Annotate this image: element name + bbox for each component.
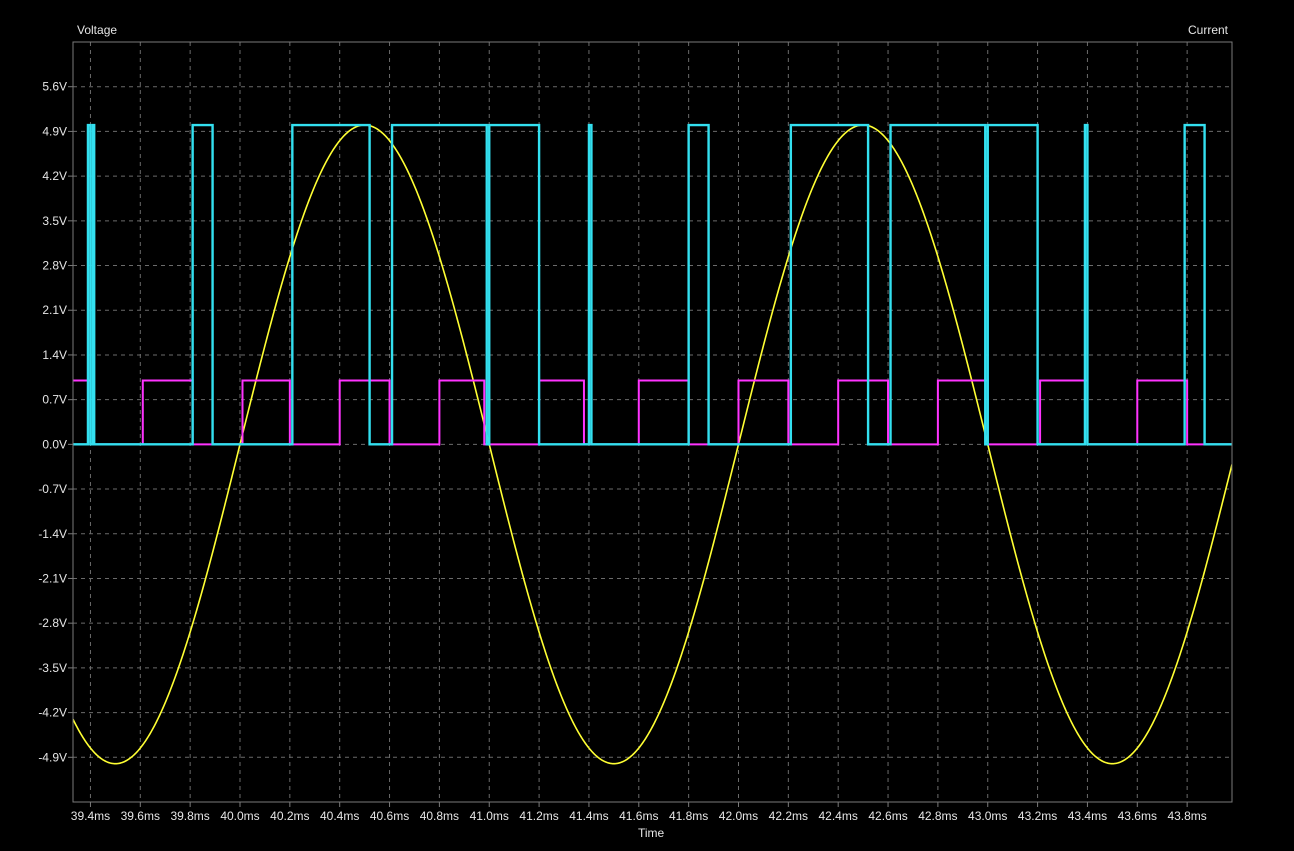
y-tick-label: 5.6V: [42, 80, 67, 94]
x-tick-label: 39.8ms: [170, 809, 209, 823]
x-tick-label: 43.6ms: [1118, 809, 1157, 823]
y-axis-title: Voltage: [77, 23, 118, 37]
y-tick-label: -3.5V: [38, 661, 67, 675]
x-tick-label: 40.8ms: [420, 809, 459, 823]
x-tick-label: 42.6ms: [868, 809, 907, 823]
plot-frame: [72, 41, 1233, 803]
waveform-plot: Voltage Current Time 5.6V 4.9V 4.2V 3.5V 2.8…: [0, 0, 1294, 846]
grid-layer: [73, 42, 1232, 802]
y-tick-label: -0.7V: [38, 482, 67, 496]
x-tick-label: 41.8ms: [669, 809, 708, 823]
x-tick-label: 40.4ms: [320, 809, 359, 823]
x-tick-label: 42.0ms: [719, 809, 758, 823]
x-tick-label: 39.4ms: [71, 809, 110, 823]
x-tick-label: 41.2ms: [519, 809, 558, 823]
x-tick-label: 40.0ms: [220, 809, 259, 823]
x-tick-label: 42.2ms: [769, 809, 808, 823]
y-tick-label: -2.1V: [38, 571, 67, 585]
x-tick-label: 42.4ms: [819, 809, 858, 823]
x-tick-label: 41.6ms: [619, 809, 658, 823]
y-tick-label: -1.4V: [38, 527, 67, 541]
x-tick-label: 41.4ms: [569, 809, 608, 823]
y-tick-label: 0.0V: [42, 437, 67, 451]
y2-axis-title: Current: [1187, 23, 1228, 37]
y-tick-label: -4.2V: [38, 706, 67, 720]
x-tick-label: 43.0ms: [968, 809, 1007, 823]
x-tick-label: 40.6ms: [370, 809, 409, 823]
chart-canvas: 5.6V 4.9V 4.2V 3.5V 2.8V 2.1V 1.4V 0.7V 0.0V -0.7…: [38, 41, 1233, 823]
y-tick-label: 1.4V: [42, 348, 67, 362]
y-tick-label: -2.8V: [38, 616, 67, 630]
y-tick-label: 3.5V: [42, 214, 67, 228]
pulse-series-line: [73, 123, 1232, 446]
x-tick-label: 43.4ms: [1068, 809, 1107, 823]
y-tick-label: 0.7V: [42, 393, 67, 407]
frame-layer: [72, 41, 1233, 803]
x-tick-label: 43.8ms: [1167, 809, 1206, 823]
x-tick-label: 43.2ms: [1018, 809, 1057, 823]
y-tick-label: 4.2V: [42, 169, 67, 183]
x-tick-label: 42.8ms: [918, 809, 957, 823]
step-series-line: [73, 379, 1232, 446]
y-tick-label: -4.9V: [38, 750, 67, 764]
x-tick-label: 40.2ms: [270, 809, 309, 823]
y-tick-label: 4.9V: [42, 124, 67, 138]
x-tick-label: 41.0ms: [470, 809, 509, 823]
y-tick-label: 2.8V: [42, 259, 67, 273]
x-tick-label: 39.6ms: [121, 809, 160, 823]
x-axis-title: Time: [638, 826, 665, 840]
y-tick-label: 2.1V: [42, 303, 67, 317]
